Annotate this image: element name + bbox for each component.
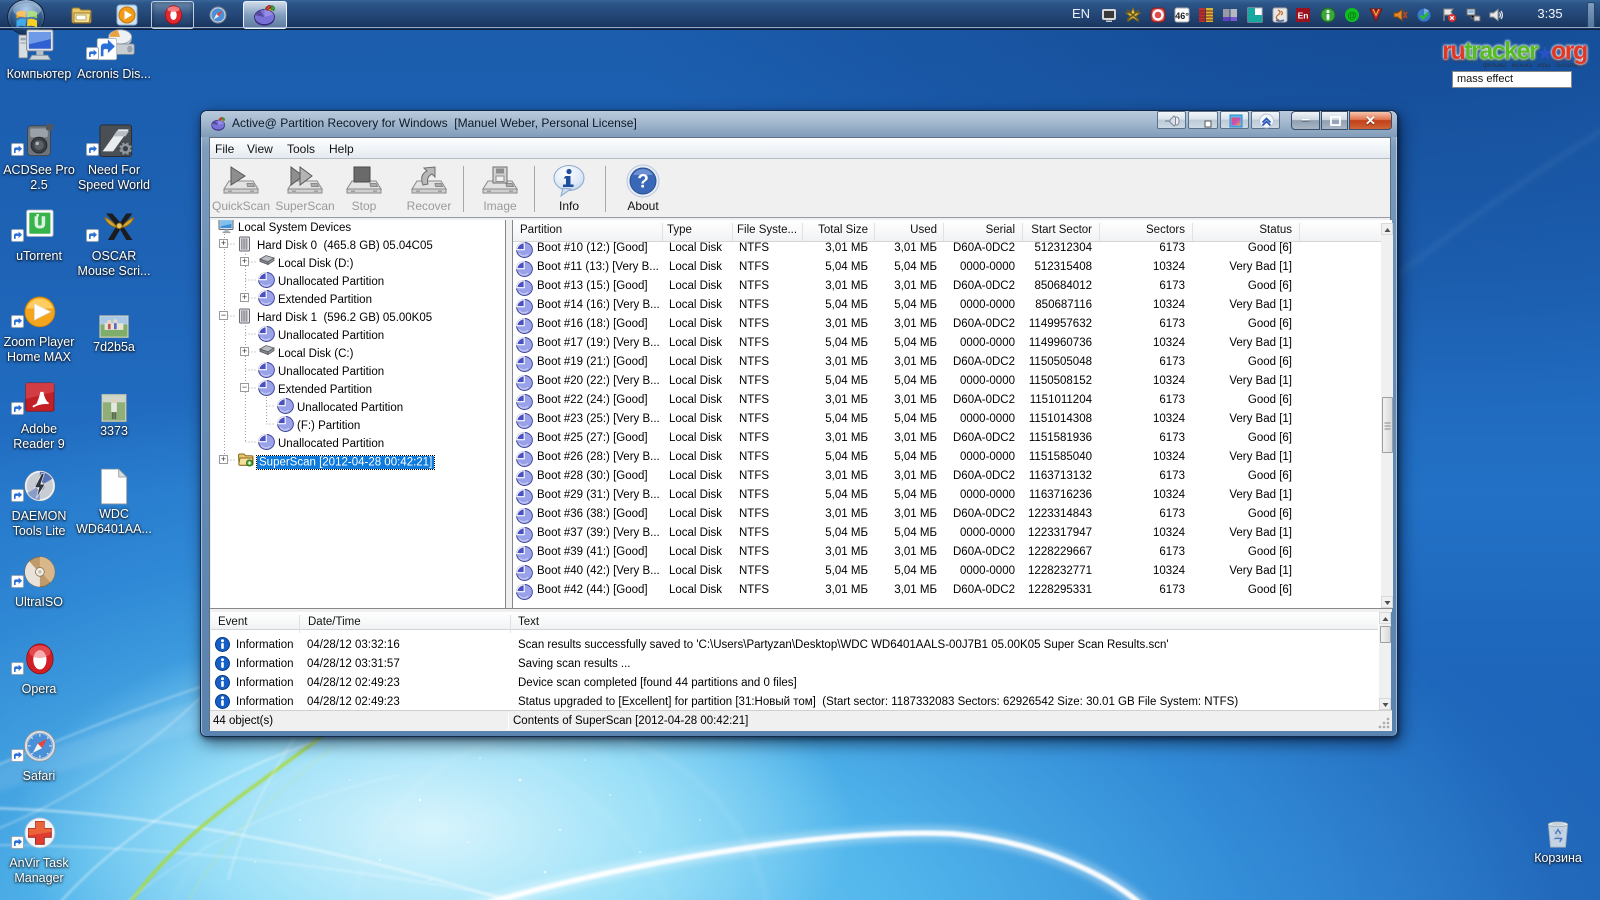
svg-text:46°: 46° xyxy=(1175,11,1189,21)
svg-text:?: ? xyxy=(637,172,649,193)
svg-text:@: @ xyxy=(1347,11,1356,22)
svg-text:En: En xyxy=(1298,11,1309,21)
